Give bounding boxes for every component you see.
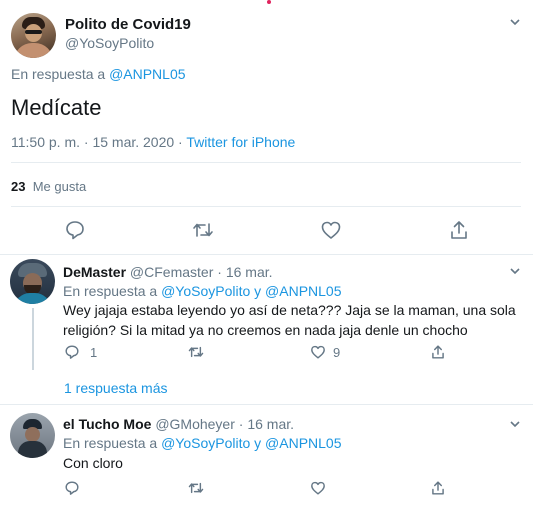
author-handle[interactable]: @CFemaster <box>130 264 213 280</box>
like-icon[interactable] <box>320 219 342 241</box>
avatar[interactable] <box>10 259 55 304</box>
author-handle[interactable]: @YoSoyPolito <box>65 35 154 51</box>
reply-prefix: En respuesta a <box>11 66 110 82</box>
reply-context: En respuesta a @YoSoyPolito y @ANPNL05 <box>63 283 342 299</box>
retweet-icon[interactable] <box>188 480 204 496</box>
reply-icon[interactable] <box>64 219 86 241</box>
reply-context: En respuesta a @ANPNL05 <box>11 66 186 82</box>
reply-header: el Tucho Moe @GMoheyer · 16 mar. <box>63 416 294 432</box>
like-icon[interactable] <box>310 344 326 360</box>
reply-date[interactable]: · 16 mar. <box>217 264 272 280</box>
like-count: 9 <box>333 345 341 360</box>
reply-icon[interactable] <box>64 344 80 360</box>
author-name[interactable]: Polito de Covid19 <box>65 16 191 33</box>
divider <box>11 206 521 207</box>
source-link[interactable]: Twitter for iPhone <box>186 134 295 150</box>
share-icon[interactable] <box>430 480 446 496</box>
reply-context: En respuesta a @YoSoyPolito y @ANPNL05 <box>63 435 342 451</box>
divider <box>0 254 533 255</box>
tweet-text: Medícate <box>11 95 102 120</box>
author-handle[interactable]: @GMoheyer <box>155 416 235 432</box>
reply-prefix: En respuesta a <box>63 283 162 299</box>
reply-date[interactable]: · 16 mar. <box>239 416 294 432</box>
reply-to-link[interactable]: @ANPNL05 <box>109 66 185 82</box>
reply-prefix: En respuesta a <box>63 435 162 451</box>
reply-text: Wey jajaja estaba leyendo yo así de neta… <box>63 302 516 338</box>
author-name[interactable]: el Tucho Moe <box>63 416 151 432</box>
more-replies-link[interactable]: 1 respuesta más <box>64 380 168 396</box>
author-name[interactable]: DeMaster <box>63 264 126 280</box>
tweet-meta: 11:50 p. m. · 15 mar. 2020 · Twitter for… <box>11 134 295 150</box>
main-tweet: Polito de Covid19 @YoSoyPolito En respue… <box>0 0 533 255</box>
reply-text: Con cloro <box>63 455 123 471</box>
share-icon[interactable] <box>430 344 446 360</box>
timestamp[interactable]: 11:50 p. m. · 15 mar. 2020 · <box>11 134 186 150</box>
share-icon[interactable] <box>448 219 470 241</box>
reply-header: DeMaster @CFemaster · 16 mar. <box>63 264 273 280</box>
like-icon[interactable] <box>310 480 326 496</box>
chevron-down-icon[interactable] <box>509 16 521 28</box>
reply-icon[interactable] <box>64 480 80 496</box>
avatar[interactable] <box>11 13 56 58</box>
like-label: Me gusta <box>32 179 87 194</box>
divider <box>0 404 533 405</box>
chevron-down-icon[interactable] <box>509 418 521 430</box>
avatar[interactable] <box>10 413 55 458</box>
divider <box>11 162 521 163</box>
like-stats[interactable]: 23 Me gusta <box>11 179 86 194</box>
chevron-down-icon[interactable] <box>509 265 521 277</box>
reply-to-link[interactable]: @YoSoyPolito y @ANPNL05 <box>161 435 341 451</box>
retweet-icon[interactable] <box>192 219 214 241</box>
like-count: 23 <box>11 179 26 194</box>
reply-to-link[interactable]: @YoSoyPolito y @ANPNL05 <box>161 283 341 299</box>
thread-line <box>32 308 34 370</box>
retweet-icon[interactable] <box>188 344 204 360</box>
reply-count: 1 <box>90 345 98 360</box>
